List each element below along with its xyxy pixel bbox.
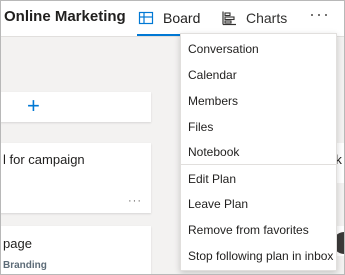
menu-item-leave-plan[interactable]: Leave Plan [188,197,248,211]
menu-divider [181,164,336,165]
add-task-button[interactable]: + [0,92,151,122]
task-title: page [3,236,32,251]
plan-options-menu: Conversation Calendar Members Files Note… [180,33,337,271]
menu-item-edit-plan[interactable]: Edit Plan [188,172,236,186]
task-card[interactable]: l for campaign ··· [0,143,151,213]
tab-board[interactable]: Board [136,0,213,36]
menu-item-remove-favorites[interactable]: Remove from favorites [188,223,309,237]
menu-item-conversation[interactable]: Conversation [188,42,259,56]
tab-charts[interactable]: Charts [221,0,287,36]
more-options-button[interactable]: ··· [309,4,330,25]
charts-icon [221,10,237,26]
task-label: Branding [3,260,47,271]
plan-header: Online Marketing Board Charts ··· [0,0,345,37]
plan-title: Online Marketing [4,8,126,25]
menu-item-calendar[interactable]: Calendar [188,68,237,82]
task-card[interactable]: page Branding [0,226,151,275]
task-more-button[interactable]: ··· [128,195,142,207]
tab-charts-label: Charts [246,10,288,26]
menu-item-files[interactable]: Files [188,120,213,134]
menu-item-stop-following[interactable]: Stop following plan in inbox [188,249,333,263]
tab-board-label: Board [163,10,201,26]
menu-item-members[interactable]: Members [188,94,238,108]
task-title: l for campaign [3,152,85,167]
menu-item-notebook[interactable]: Notebook [188,145,239,159]
plus-icon: + [27,93,40,118]
board-icon [138,10,154,26]
